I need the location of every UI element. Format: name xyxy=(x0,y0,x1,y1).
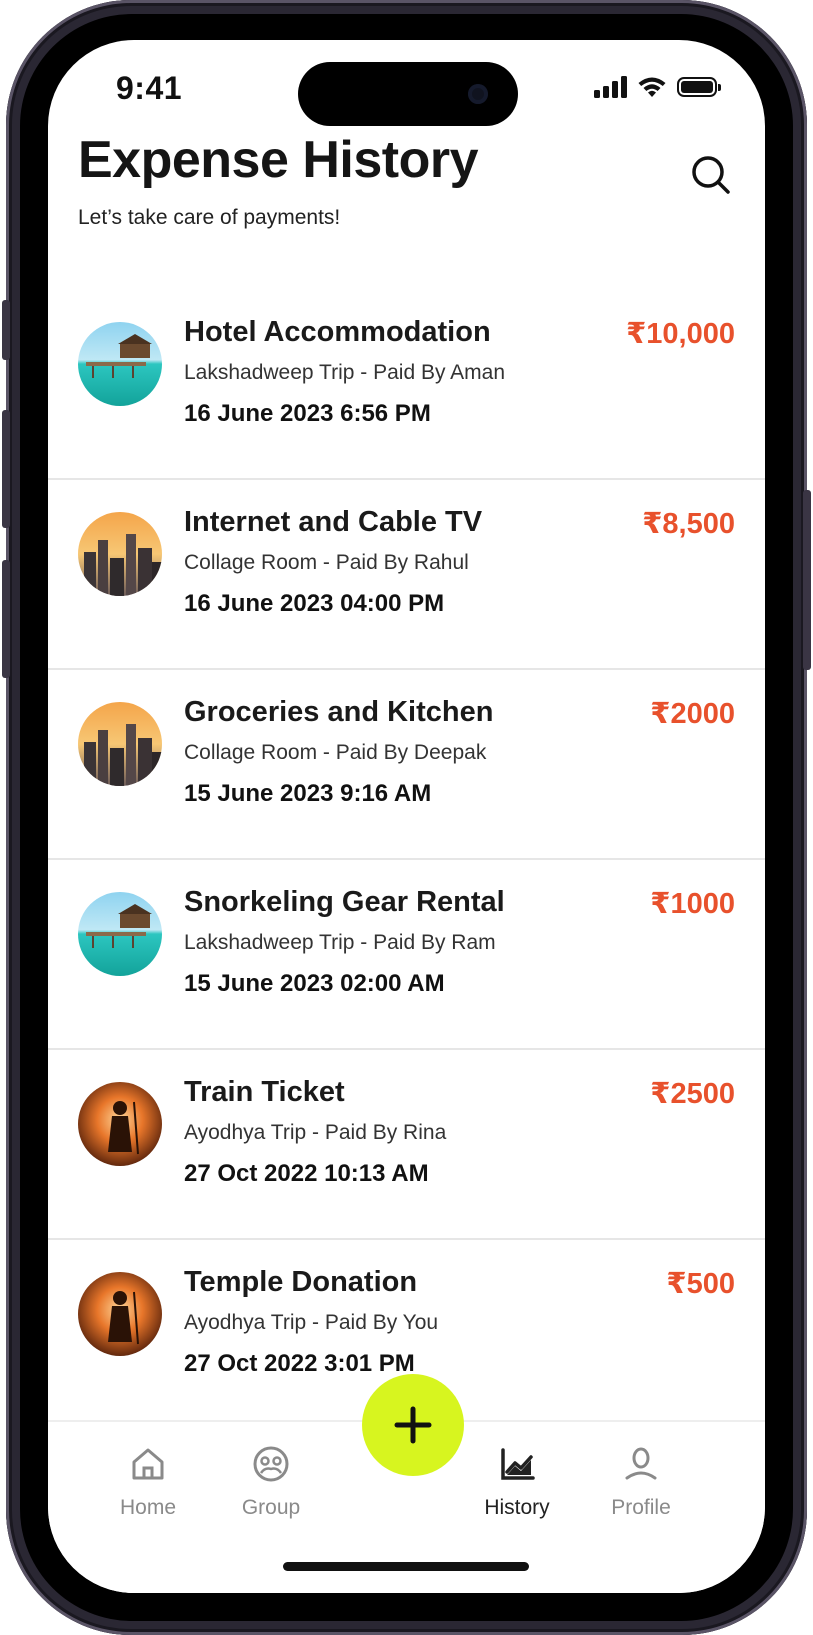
expense-title: Groceries and Kitchen xyxy=(184,696,494,728)
volume-up-button xyxy=(2,410,10,528)
expense-group-payer: Collage Room - Paid By Rahul xyxy=(184,551,469,574)
expense-title: Temple Donation xyxy=(184,1266,418,1298)
nav-group-label: Group xyxy=(241,1496,301,1519)
mute-switch xyxy=(2,300,10,360)
expense-amount: ₹1000 xyxy=(650,888,735,920)
power-button xyxy=(803,490,811,670)
expense-group-payer: Lakshadweep Trip - Paid By Ram xyxy=(184,931,496,954)
add-expense-button[interactable] xyxy=(362,1374,464,1476)
header: Expense History Let’s take care of payme… xyxy=(78,130,738,280)
expense-group-payer: Ayodhya Trip - Paid By Rina xyxy=(184,1121,447,1144)
beach-resort-image xyxy=(78,892,162,976)
expense-row[interactable]: Snorkeling Gear Rental Lakshadweep Trip … xyxy=(48,860,765,1050)
nav-profile-label: Profile xyxy=(611,1496,671,1519)
search-icon xyxy=(692,156,730,194)
page-subtitle: Let’s take care of payments! xyxy=(78,206,341,229)
expense-date: 15 June 2023 9:16 AM xyxy=(184,780,432,807)
expense-row[interactable]: Groceries and Kitchen Collage Room - Pai… xyxy=(48,670,765,860)
beach-resort-image xyxy=(78,322,162,406)
status-time: 9:41 xyxy=(116,70,183,106)
expense-date: 16 June 2023 04:00 PM xyxy=(184,590,445,617)
nav-home-label: Home xyxy=(119,1496,177,1519)
expense-amount: ₹2500 xyxy=(650,1078,735,1110)
dynamic-island xyxy=(298,62,518,126)
expense-date: 15 June 2023 02:00 AM xyxy=(184,970,445,997)
nav-history[interactable]: History xyxy=(462,1444,572,1520)
page-title: Expense History xyxy=(78,131,479,189)
expense-group-payer: Ayodhya Trip - Paid By You xyxy=(184,1311,439,1334)
camera-icon xyxy=(468,84,488,104)
expense-row[interactable]: Internet and Cable TV Collage Room - Pai… xyxy=(48,480,765,670)
wifi-icon xyxy=(638,77,666,97)
expense-group-payer: Collage Room - Paid By Deepak xyxy=(184,741,487,764)
expense-group-payer: Lakshadweep Trip - Paid By Aman xyxy=(184,361,506,384)
battery-icon xyxy=(677,77,721,97)
expense-title: Train Ticket xyxy=(184,1076,345,1108)
expense-title: Snorkeling Gear Rental xyxy=(184,886,505,918)
nav-profile[interactable]: Profile xyxy=(586,1444,696,1520)
signal-icon xyxy=(594,76,627,98)
expense-title: Internet and Cable TV xyxy=(184,506,483,538)
expense-amount: ₹10,000 xyxy=(626,318,735,350)
volume-down-button xyxy=(2,560,10,678)
expense-row[interactable]: Train Ticket Ayodhya Trip - Paid By Rina… xyxy=(48,1050,765,1240)
expense-amount: ₹2000 xyxy=(650,698,735,730)
expense-date: 27 Oct 2022 3:01 PM xyxy=(184,1350,415,1377)
city-skyline-image xyxy=(78,512,162,596)
group-icon xyxy=(253,1446,289,1482)
home-icon xyxy=(132,1448,164,1480)
expense-date: 16 June 2023 6:56 PM xyxy=(184,400,431,427)
nav-home[interactable]: Home xyxy=(93,1444,203,1520)
screen: 9:41 Expense History Let’s take care of … xyxy=(48,40,765,1593)
expense-title: Hotel Accommodation xyxy=(184,316,491,348)
expense-amount: ₹500 xyxy=(666,1268,735,1300)
city-skyline-image xyxy=(78,702,162,786)
deity-figure-image xyxy=(78,1082,162,1166)
plus-icon xyxy=(394,1406,432,1444)
profile-icon xyxy=(625,1447,657,1480)
nav-history-label: History xyxy=(484,1496,550,1519)
expense-row[interactable]: Hotel Accommodation Lakshadweep Trip - P… xyxy=(48,290,765,480)
search-button[interactable] xyxy=(690,154,738,202)
deity-figure-image xyxy=(78,1272,162,1356)
status-icons xyxy=(594,76,721,98)
home-indicator xyxy=(283,1562,529,1571)
expense-date: 27 Oct 2022 10:13 AM xyxy=(184,1160,429,1187)
status-bar: 9:41 xyxy=(48,40,765,140)
chart-line-icon xyxy=(501,1448,535,1480)
expense-amount: ₹8,500 xyxy=(642,508,735,540)
nav-group[interactable]: Group xyxy=(216,1444,326,1520)
expense-list: Hotel Accommodation Lakshadweep Trip - P… xyxy=(48,290,765,1430)
